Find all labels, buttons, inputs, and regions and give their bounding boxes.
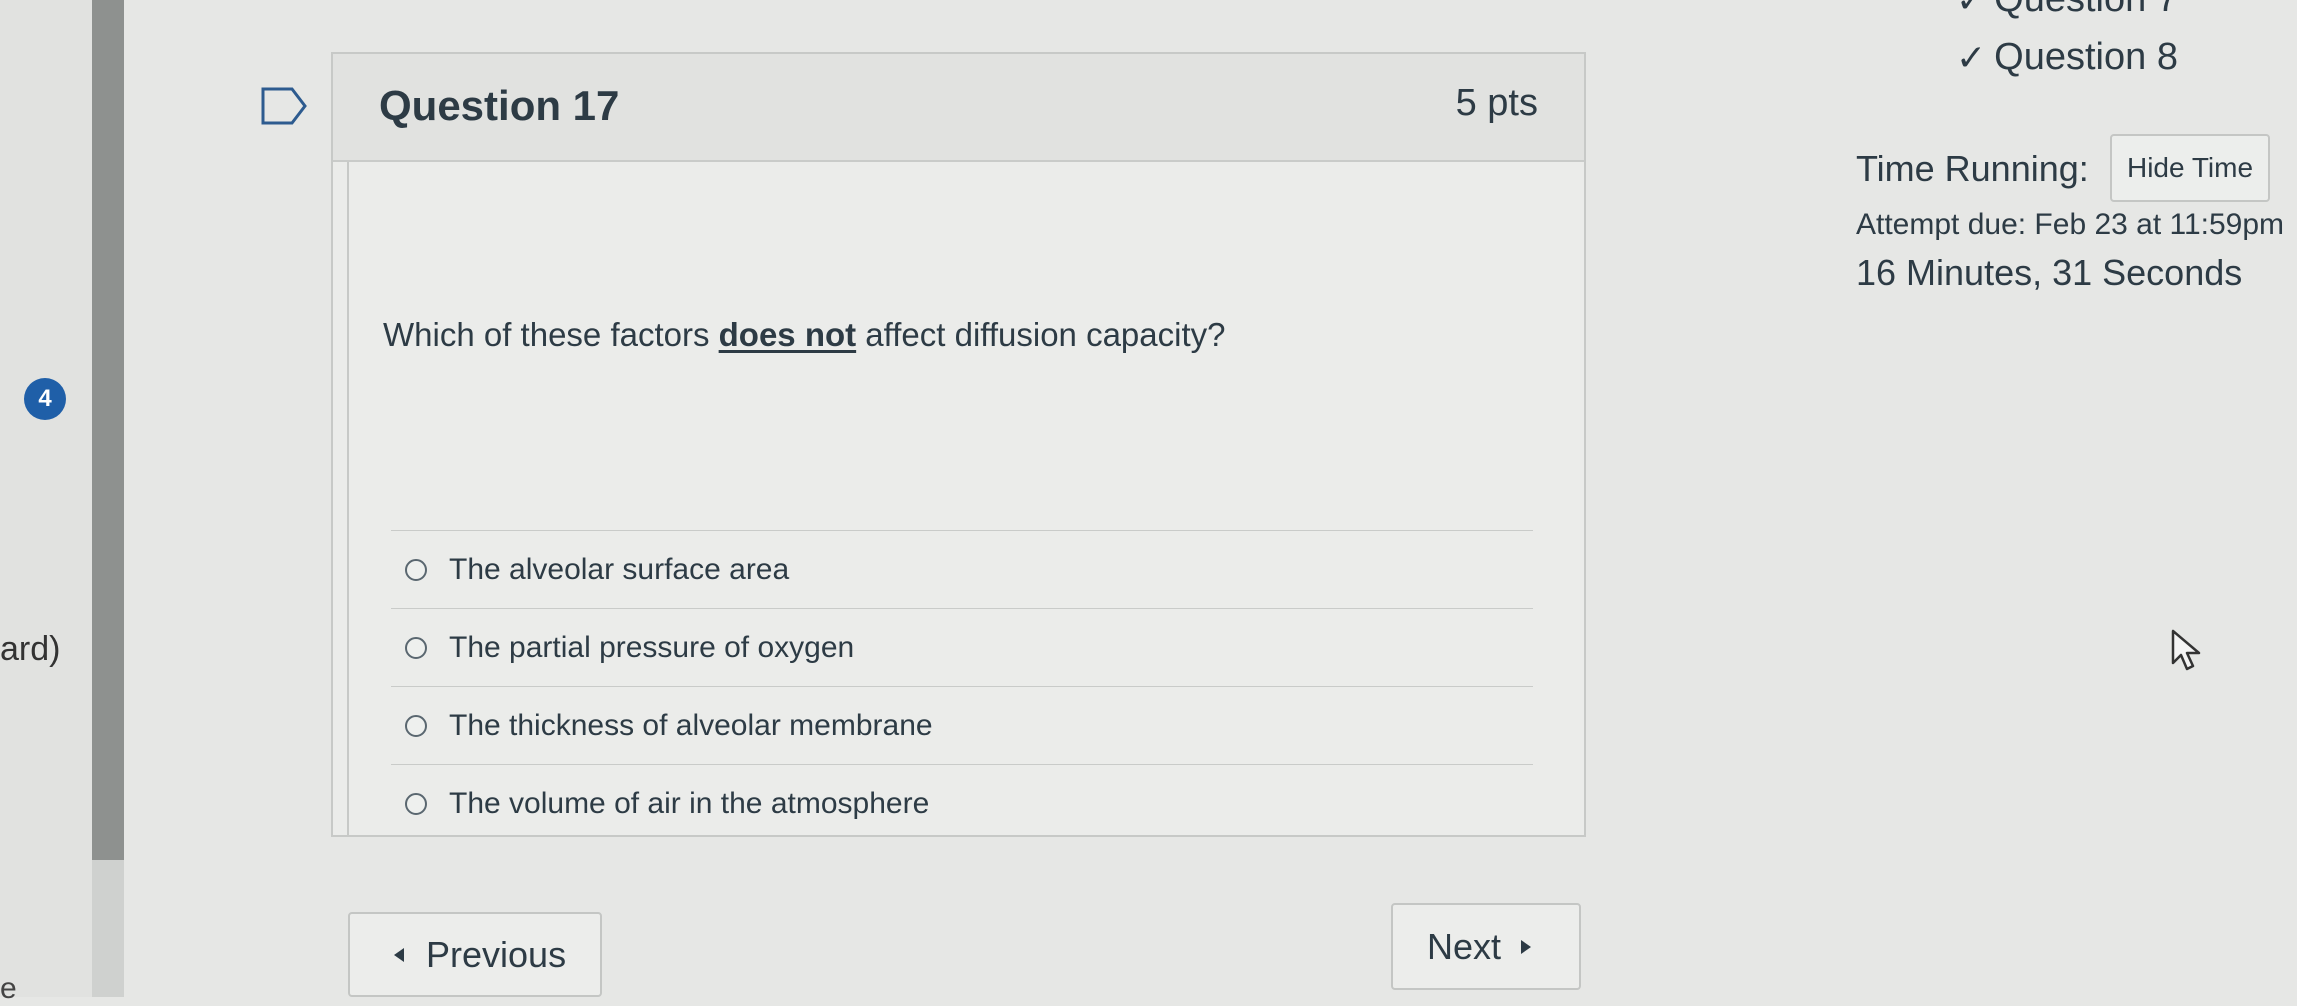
question-link-label[interactable]: Question 7 — [1994, 0, 2178, 21]
left-scrollbar[interactable] — [92, 0, 124, 860]
question-text-emphasis: does not — [718, 316, 857, 353]
answer-label[interactable]: The thickness of alveolar membrane — [449, 709, 933, 743]
previous-label: Previous — [426, 933, 567, 975]
question-link-8[interactable]: ✓ Question 8 — [1956, 36, 2178, 79]
question-text: Which of these factors does not affect d… — [383, 316, 1226, 354]
question-header: Question 17 5 pts — [333, 54, 1584, 162]
question-text-start: Which of these factors — [383, 316, 719, 353]
question-title: Question 17 — [379, 82, 620, 129]
question-card: Question 17 5 pts Which of these factors… — [331, 52, 1586, 837]
left-gutter — [0, 0, 92, 997]
caret-right-icon — [1521, 939, 1532, 954]
question-text-end: affect diffusion capacity? — [856, 316, 1226, 353]
question-points: 5 pts — [1455, 82, 1538, 124]
answer-option[interactable]: The volume of air in the atmosphere — [391, 764, 1533, 842]
mouse-pointer-icon — [2171, 629, 2201, 671]
left-scrollbar-track — [92, 860, 124, 997]
answer-label[interactable]: The alveolar surface area — [449, 553, 789, 587]
answer-label[interactable]: The partial pressure of oxygen — [449, 631, 854, 665]
sidebar-partial-text-bottom: e — [0, 972, 17, 1005]
answer-option[interactable]: The alveolar surface area — [391, 530, 1533, 608]
time-remaining: 16 Minutes, 31 Seconds — [1856, 252, 2243, 293]
check-icon: ✓ — [1956, 36, 1987, 78]
answer-list: The alveolar surface area The partial pr… — [391, 530, 1533, 842]
radio-icon[interactable] — [405, 636, 427, 659]
notification-badge[interactable]: 4 — [24, 378, 66, 420]
hide-time-button[interactable]: Hide Time — [2110, 134, 2270, 202]
previous-button[interactable]: Previous — [348, 912, 602, 997]
check-icon: ✓ — [1956, 0, 1986, 21]
answer-option[interactable]: The thickness of alveolar membrane — [391, 686, 1533, 764]
question-link-7[interactable]: ✓ Question 7 — [1956, 0, 2178, 21]
caret-left-icon — [394, 947, 404, 962]
radio-icon[interactable] — [405, 558, 427, 581]
sidebar-partial-text: ard) — [0, 630, 61, 668]
radio-icon[interactable] — [405, 792, 427, 815]
next-label: Next — [1427, 925, 1502, 967]
next-button[interactable]: Next — [1391, 903, 1581, 990]
flag-icon[interactable] — [260, 86, 308, 126]
question-body: Which of these factors does not affect d… — [347, 162, 1584, 835]
time-running-label: Time Running: — [1856, 148, 2089, 189]
question-link-label[interactable]: Question 8 — [1994, 36, 2178, 79]
radio-icon[interactable] — [405, 714, 427, 737]
answer-option[interactable]: The partial pressure of oxygen — [391, 608, 1533, 686]
answer-label[interactable]: The volume of air in the atmosphere — [449, 787, 929, 821]
attempt-due: Attempt due: Feb 23 at 11:59pm — [1856, 208, 2285, 241]
